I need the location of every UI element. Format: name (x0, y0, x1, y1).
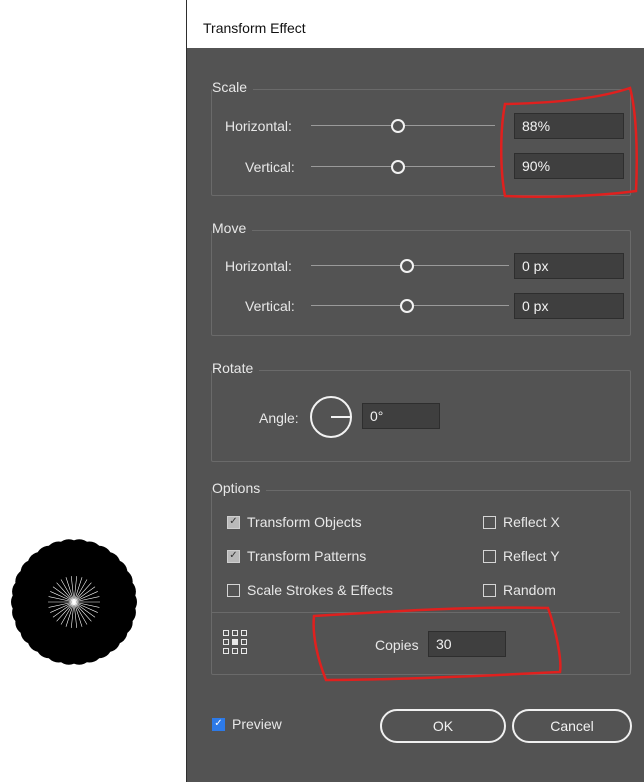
slider-knob[interactable] (391, 119, 405, 133)
angle-label: Angle: (259, 410, 299, 426)
reference-point-icon[interactable] (222, 629, 248, 655)
move-group-title: Move (212, 220, 253, 236)
scale-horizontal-label: Horizontal: (225, 118, 292, 134)
angle-dial-icon[interactable] (308, 394, 354, 440)
preview-checkbox[interactable]: ✓ Preview (212, 716, 282, 732)
cancel-button[interactable]: Cancel (512, 709, 632, 743)
ok-button[interactable]: OK (380, 709, 506, 743)
check-icon: ✓ (227, 515, 240, 529)
copies-label: Copies (375, 637, 419, 653)
angle-input[interactable]: 0° (362, 403, 440, 429)
scale-horizontal-input[interactable]: 88% (514, 113, 624, 139)
check-icon: ✓ (227, 549, 240, 563)
reflect-x-checkbox[interactable]: Reflect X (483, 514, 560, 530)
transform-objects-checkbox[interactable]: ✓ Transform Objects (227, 514, 362, 530)
move-horizontal-slider[interactable] (311, 259, 509, 273)
random-label: Random (503, 582, 556, 598)
slider-knob[interactable] (400, 299, 414, 313)
scale-vertical-slider[interactable] (311, 160, 495, 174)
checkbox-box (483, 583, 496, 597)
scale-vertical-label: Vertical: (245, 159, 295, 175)
scale-strokes-label: Scale Strokes & Effects (247, 582, 394, 598)
rotate-group-title: Rotate (212, 360, 260, 376)
slider-knob[interactable] (400, 259, 414, 273)
scale-group-title: Scale (212, 79, 254, 95)
move-horizontal-label: Horizontal: (225, 258, 292, 274)
reflect-y-checkbox[interactable]: Reflect Y (483, 548, 560, 564)
transform-patterns-label: Transform Patterns (247, 548, 367, 564)
reflect-x-label: Reflect X (503, 514, 560, 530)
options-divider (212, 612, 620, 613)
checkbox-box (483, 549, 496, 563)
check-icon: ✓ (212, 717, 225, 731)
move-vertical-label: Vertical: (245, 298, 295, 314)
move-group: Move (211, 220, 631, 336)
random-checkbox[interactable]: Random (483, 582, 556, 598)
move-vertical-slider[interactable] (311, 299, 509, 313)
options-group-title: Options (212, 480, 267, 496)
transform-patterns-checkbox[interactable]: ✓ Transform Patterns (227, 548, 366, 564)
scale-vertical-input[interactable]: 90% (514, 153, 624, 179)
scale-strokes-checkbox[interactable]: Scale Strokes & Effects (227, 582, 393, 598)
transform-effect-dialog: Transform Effect Scale Horizontal: 88% V… (186, 0, 644, 782)
checkbox-box (227, 583, 240, 597)
scale-horizontal-slider[interactable] (311, 119, 495, 133)
transform-objects-label: Transform Objects (247, 514, 362, 530)
reflect-y-label: Reflect Y (503, 548, 560, 564)
checkbox-box (483, 515, 496, 529)
move-horizontal-input[interactable]: 0 px (514, 253, 624, 279)
copies-input[interactable]: 30 (428, 631, 506, 657)
move-vertical-input[interactable]: 0 px (514, 293, 624, 319)
preview-label: Preview (232, 716, 282, 732)
dialog-title: Transform Effect (187, 0, 644, 48)
scale-group: Scale (211, 79, 631, 196)
flower-artwork (11, 539, 137, 665)
slider-knob[interactable] (391, 160, 405, 174)
